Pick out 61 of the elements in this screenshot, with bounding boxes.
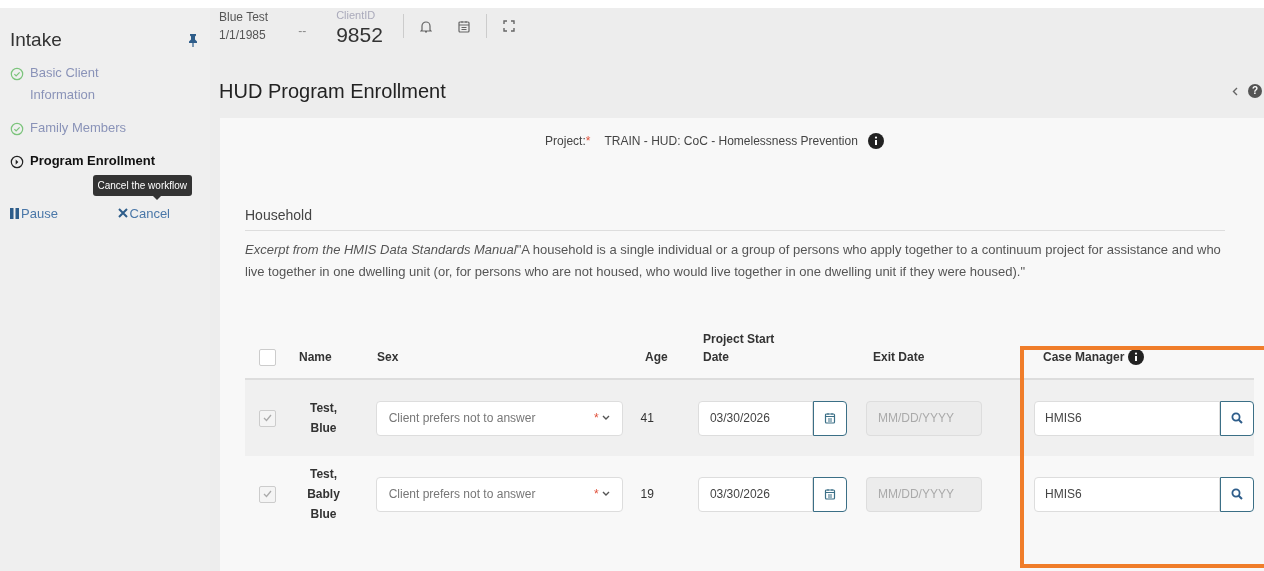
client-name: Blue Test	[219, 9, 269, 26]
case-manager-field[interactable]: HMIS6	[1034, 476, 1220, 512]
workflow-step[interactable]: Program Enrollment	[30, 149, 155, 172]
check-circle-icon	[10, 66, 24, 81]
column-header: Sex	[377, 350, 399, 364]
sex-dropdown[interactable]: Client prefers not to answer *	[375, 476, 623, 512]
calendar-icon[interactable]	[457, 20, 470, 33]
page-title: HUD Program Enrollment	[219, 79, 446, 104]
client-name-cell-text: Test, Blue	[309, 400, 339, 437]
check-icon	[263, 490, 272, 498]
sex-dropdown[interactable]: Client prefers not to answer *	[375, 400, 623, 436]
check-icon	[263, 414, 272, 422]
project-value: TRAIN - HUD: CoC - Homelessness Prevention	[604, 133, 858, 150]
start-date-field[interactable]: 03/30/2026	[697, 400, 813, 436]
separator-text: --	[298, 23, 307, 40]
date-picker-button[interactable]	[812, 400, 847, 436]
client-id: 9852	[336, 22, 383, 48]
calendar-icon	[823, 488, 836, 500]
pause-button[interactable]: Pause	[10, 203, 58, 223]
workflow-step[interactable]: Family Members	[30, 116, 127, 139]
column-header: Case Manager	[1043, 349, 1125, 366]
pause-icon	[10, 207, 19, 219]
chevron-down-icon	[601, 491, 610, 497]
row-checkbox[interactable]	[259, 485, 276, 503]
column-header: Name	[299, 350, 332, 364]
column-header: Age	[645, 350, 668, 364]
row-checkbox[interactable]	[259, 409, 276, 427]
client-id-label: ClientID	[336, 8, 377, 22]
chevron-left-icon[interactable]	[1232, 86, 1238, 96]
start-date-field[interactable]: 03/30/2026	[697, 476, 813, 512]
pin-icon[interactable]	[188, 33, 198, 48]
column-header: Project Start Date	[703, 331, 776, 366]
fullscreen-icon[interactable]	[502, 20, 515, 32]
check-circle-icon	[10, 121, 24, 136]
search-button[interactable]	[1220, 400, 1254, 436]
info-icon	[867, 133, 884, 149]
project-label: Project:*	[545, 133, 591, 150]
workflow-step[interactable]: Basic Client Information	[30, 61, 130, 106]
client-name-cell-text: Test, Bably Blue	[306, 466, 341, 523]
search-button[interactable]	[1220, 476, 1254, 512]
required-mark: *	[594, 410, 599, 427]
household-description: Excerpt from the HMIS Data Standards Manual"A household is a single individual or a group of persons who apply together to a continuum project for assistance and who live together in one dwelling unit (or, for persons who are not housed, who would live together in one dwelling unit if they were housed)."	[245, 241, 1222, 281]
case-manager-field[interactable]: HMIS6	[1034, 400, 1220, 436]
info-icon	[1128, 349, 1145, 365]
calendar-icon	[823, 412, 836, 424]
search-icon	[1231, 412, 1243, 424]
help-icon[interactable]: ?	[1248, 84, 1262, 98]
sidebar-title: Intake	[10, 28, 62, 52]
chevron-down-icon	[601, 415, 610, 421]
age-cell: 41	[640, 411, 654, 425]
age-cell: 19	[640, 487, 654, 501]
section-title: Household	[245, 205, 1225, 231]
close-icon	[117, 208, 128, 219]
cancel-button[interactable]: Cancel	[117, 203, 170, 223]
bell-icon[interactable]	[419, 20, 432, 34]
date-picker-button[interactable]	[812, 476, 847, 512]
column-header: Exit Date	[873, 350, 925, 364]
select-all-checkbox[interactable]	[259, 349, 276, 366]
required-mark: *	[594, 486, 599, 503]
search-icon	[1231, 488, 1243, 500]
client-dob: 1/1/1985	[219, 27, 267, 44]
